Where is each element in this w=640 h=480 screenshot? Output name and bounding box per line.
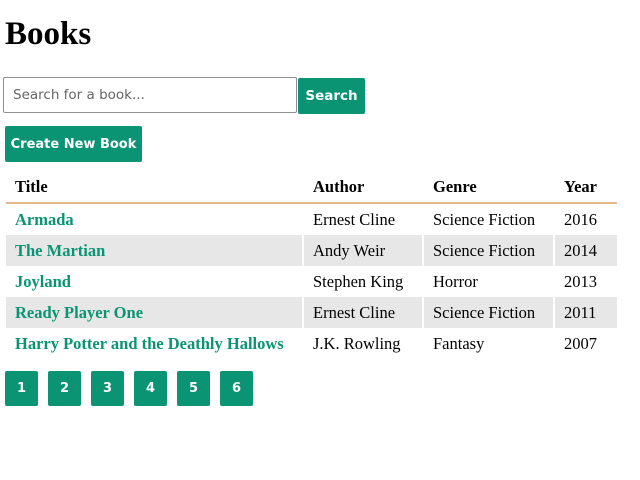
column-header-author: Author [302,172,423,204]
book-genre: Science Fiction [422,203,554,235]
book-year: 2016 [553,203,617,235]
page-button-2[interactable]: 2 [48,371,81,406]
book-title-link[interactable]: Ready Player One [6,297,303,328]
book-author: J.K. Rowling [302,328,423,359]
book-genre: Fantasy [422,328,554,359]
book-genre: Horror [422,266,554,297]
book-author: Stephen King [302,266,423,297]
table-row: The Martian Andy Weir Science Fiction 20… [6,235,617,266]
create-new-book-button[interactable]: Create New Book [5,126,142,162]
table-row: Armada Ernest Cline Science Fiction 2016 [6,203,617,235]
book-author: Ernest Cline [302,203,423,235]
page-button-6[interactable]: 6 [220,371,253,406]
book-title-link[interactable]: Joyland [6,266,303,297]
book-title-link[interactable]: Armada [6,203,303,235]
column-header-year: Year [553,172,617,204]
search-input[interactable] [3,77,297,113]
page-button-5[interactable]: 5 [177,371,210,406]
search-button[interactable]: Search [298,78,365,114]
book-year: 2013 [553,266,617,297]
book-title-link[interactable]: Harry Potter and the Deathly Hallows [6,328,303,359]
books-table: Title Author Genre Year Armada Ernest Cl… [6,172,617,359]
book-genre: Science Fiction [422,235,554,266]
column-header-genre: Genre [422,172,554,204]
book-author: Ernest Cline [302,297,423,328]
page-button-1[interactable]: 1 [5,371,38,406]
book-title-link[interactable]: The Martian [6,235,303,266]
book-year: 2014 [553,235,617,266]
table-header-row: Title Author Genre Year [6,172,617,204]
page-title: Books [5,16,92,52]
page-button-3[interactable]: 3 [91,371,124,406]
book-year: 2007 [553,328,617,359]
book-author: Andy Weir [302,235,423,266]
book-genre: Science Fiction [422,297,554,328]
table-row: Joyland Stephen King Horror 2013 [6,266,617,297]
table-row: Harry Potter and the Deathly Hallows J.K… [6,328,617,359]
page-button-4[interactable]: 4 [134,371,167,406]
table-row: Ready Player One Ernest Cline Science Fi… [6,297,617,328]
book-year: 2011 [553,297,617,328]
column-header-title: Title [6,172,303,204]
